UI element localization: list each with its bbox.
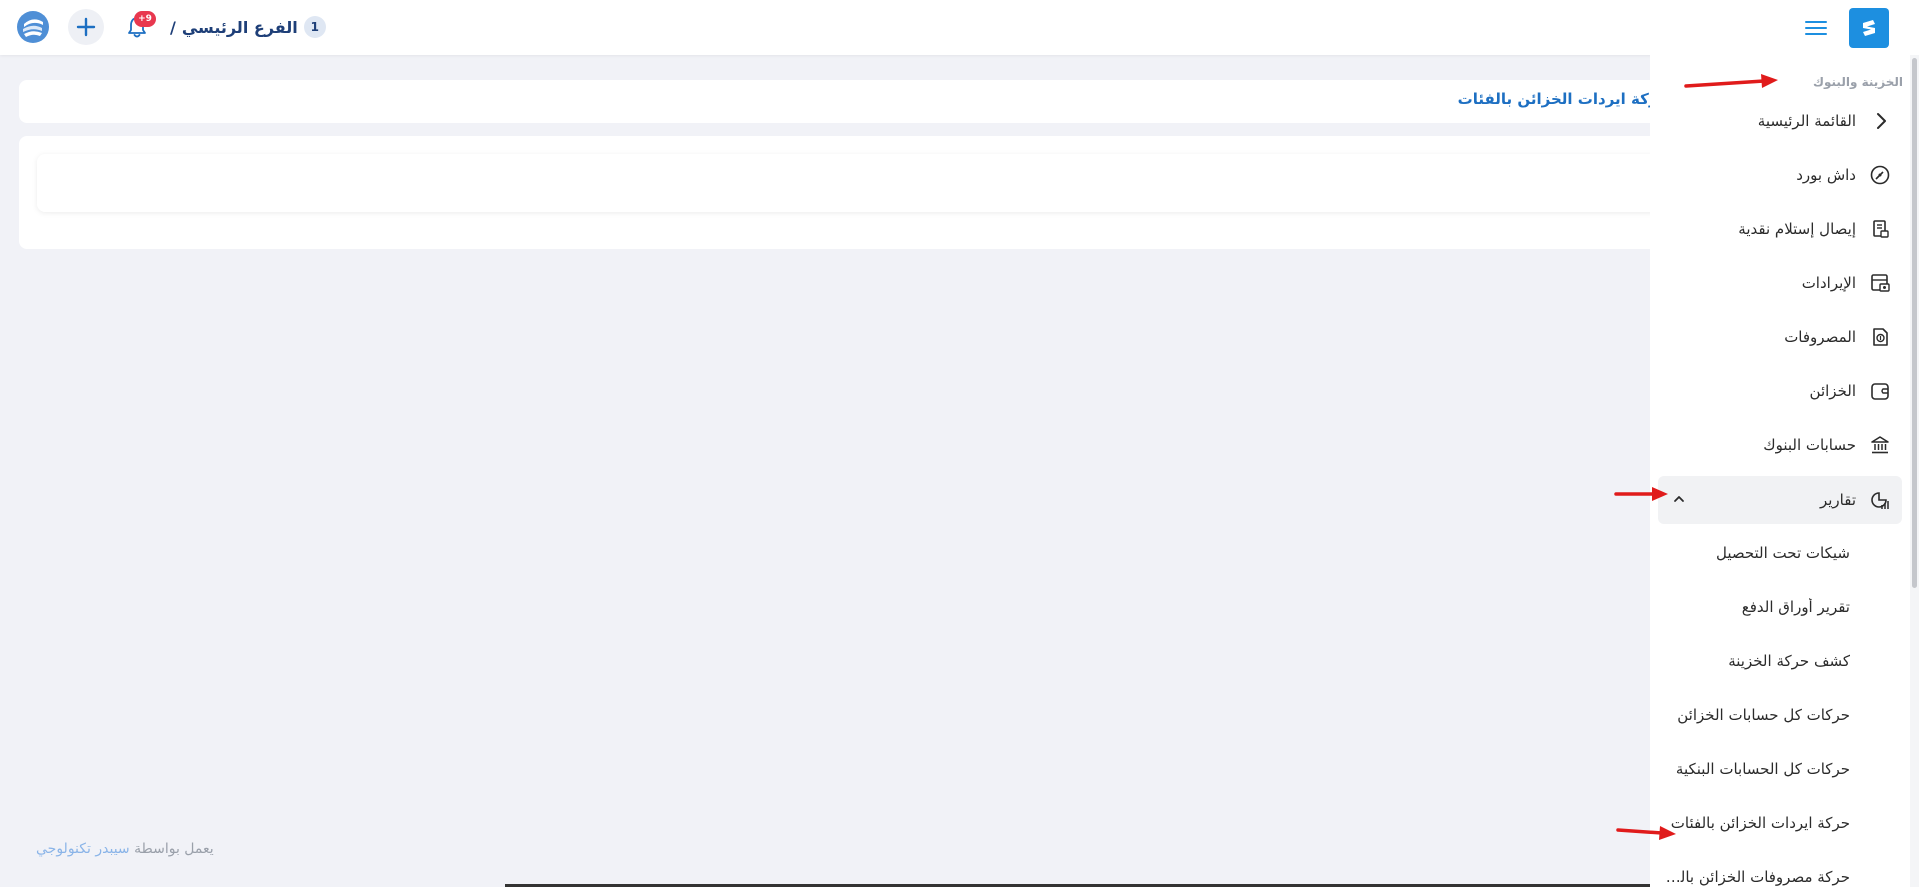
- add-button[interactable]: [68, 9, 104, 45]
- sidebar-item-label: المصروفات: [1784, 328, 1856, 346]
- sidebar-item-label: الخزائن: [1809, 382, 1856, 400]
- sidebar-item-label: الإيرادات: [1801, 274, 1856, 292]
- sidebar-item-cash-receipt[interactable]: إيصال إستلام نقدية: [1658, 205, 1902, 253]
- sidebar-item-treasuries[interactable]: الخزائن: [1658, 367, 1902, 415]
- sidebar: الخزينة والبنوك القائمة الرئيسية داش بور…: [1650, 55, 1910, 887]
- sidebar-item-revenue[interactable]: الإيرادات: [1658, 259, 1902, 307]
- sidebar-subitem-payment-papers-report[interactable]: تقرير أوراق الدفع: [1660, 598, 1850, 616]
- chevron-up-icon: [1672, 492, 1686, 510]
- notifications-button[interactable]: +9: [122, 9, 156, 45]
- report-content-card: [19, 136, 1699, 249]
- page-title: حركة ايردات الخزائن بالفئات: [1457, 90, 1669, 108]
- sidebar-subitem-treasury-revenue-by-category[interactable]: حركة ايردات الخزائن بالفئات: [1660, 814, 1850, 832]
- annotation-arrow-icon: [1614, 487, 1668, 501]
- sidebar-scrollbar-thumb[interactable]: [1912, 58, 1917, 588]
- sidebar-subitem-treasury-expenses-by-category[interactable]: حركة مصروفات الخزائن بالفئات: [1660, 868, 1850, 886]
- top-bar: +9 / الفرع الرئيسي 1: [0, 0, 1919, 55]
- sidebar-item-dashboard[interactable]: داش بورد: [1658, 151, 1902, 199]
- sidebar-item-label: القائمة الرئيسية: [1757, 112, 1856, 130]
- footer-prefix: يعمل بواسطة: [134, 841, 214, 857]
- sidebar-item-label: حسابات البنوك: [1763, 436, 1856, 454]
- revenue-icon: [1868, 271, 1892, 295]
- sidebar-item-bank-accounts[interactable]: حسابات البنوك: [1658, 421, 1902, 469]
- branch-number-badge: 1: [303, 16, 326, 38]
- report-filter-panel: [37, 154, 1681, 212]
- plus-icon: [76, 17, 96, 37]
- footer-credit: يعمل بواسطة سيبدر تكنولوجي: [36, 841, 214, 857]
- expenses-icon: [1868, 325, 1892, 349]
- top-bar-left: +9 / الفرع الرئيسي 1: [16, 9, 326, 45]
- sidebar-subitem-all-bank-accounts[interactable]: حركات كل الحسابات البنكية: [1660, 760, 1850, 778]
- branch-name: الفرع الرئيسي: [181, 17, 298, 37]
- wallet-icon: [1868, 379, 1892, 403]
- annotation-arrow-icon: [1616, 826, 1676, 840]
- annotation-arrow-icon: [1684, 74, 1778, 88]
- breadcrumb-separator: /: [170, 17, 176, 37]
- sidebar-subitem-all-treasury-accounts[interactable]: حركات كل حسابات الخزائن: [1660, 706, 1850, 724]
- sidebar-subitem-cheques-under-collection[interactable]: شيكات تحت التحصيل: [1660, 544, 1850, 562]
- sidebar-item-expenses[interactable]: المصروفات: [1658, 313, 1902, 361]
- sidebar-section-label: الخزينة والبنوك: [1813, 75, 1903, 89]
- branch-breadcrumb[interactable]: / الفرع الرئيسي 1: [170, 16, 326, 38]
- sidebar-item-reports[interactable]: تقارير: [1658, 476, 1902, 524]
- sidebar-subitem-treasury-movement[interactable]: كشف حركة الخزينة: [1660, 652, 1850, 670]
- sidebar-item-label: إيصال إستلام نقدية: [1738, 220, 1856, 238]
- top-bar-right: [1805, 8, 1889, 48]
- chevron-left-icon: [1868, 109, 1892, 133]
- sidebar-item-label: داش بورد: [1796, 166, 1856, 184]
- sidebar-item-main-menu[interactable]: القائمة الرئيسية: [1658, 97, 1902, 145]
- hamburger-menu-icon[interactable]: [1805, 17, 1827, 39]
- logo-icon[interactable]: [16, 10, 50, 44]
- page-title-card: حركة ايردات الخزائن بالفئات: [19, 80, 1699, 123]
- notification-badge: +9: [134, 11, 156, 27]
- brand-logo-icon[interactable]: [1849, 8, 1889, 48]
- bank-icon: [1868, 433, 1892, 457]
- cash-receipt-icon: [1868, 217, 1892, 241]
- reports-chart-icon: [1868, 488, 1892, 512]
- sidebar-item-label: تقارير: [1819, 491, 1856, 509]
- dashboard-gauge-icon: [1868, 163, 1892, 187]
- footer-brand-link[interactable]: سيبدر تكنولوجي: [36, 841, 130, 857]
